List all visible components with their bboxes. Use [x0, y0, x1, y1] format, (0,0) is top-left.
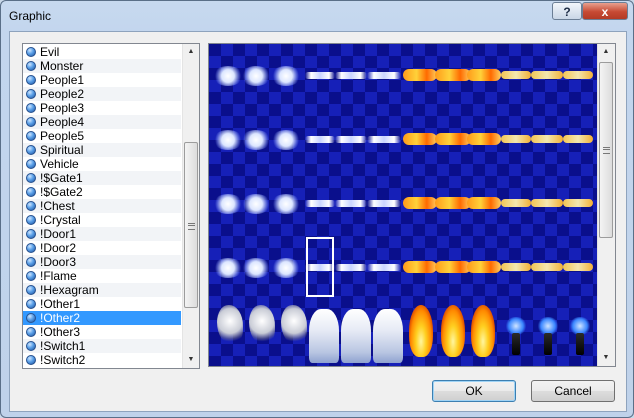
- list-item[interactable]: People2: [23, 87, 181, 101]
- blue-orb-icon: [26, 173, 36, 183]
- graphic-dialog: Graphic ? x Evil Monster People1 People2 Peo…: [0, 0, 634, 418]
- list-item-label: !Other2: [40, 311, 81, 325]
- sprite-row: [209, 254, 597, 282]
- arrow-down-icon[interactable]: ▼: [598, 350, 614, 366]
- list-item[interactable]: !Other1: [23, 297, 181, 311]
- list-item-label: People2: [40, 87, 85, 101]
- list-item-label: !Chest: [40, 199, 75, 213]
- blue-orb-icon: [26, 313, 36, 323]
- blue-orb-icon: [26, 285, 36, 295]
- sprite-row: [209, 62, 597, 90]
- list-item[interactable]: !Other3: [23, 325, 181, 339]
- list-item-label: Spiritual: [40, 143, 84, 157]
- list-item-label: Evil: [40, 45, 60, 59]
- ok-button[interactable]: OK: [432, 380, 516, 402]
- list-item-label: !Door3: [40, 255, 77, 269]
- list-item-label: !Door2: [40, 241, 77, 255]
- preview-scroll-thumb[interactable]: [599, 62, 613, 238]
- list-item[interactable]: !Door2: [23, 241, 181, 255]
- blue-orb-icon: [26, 243, 36, 253]
- list-item-label: People1: [40, 73, 85, 87]
- list-item[interactable]: !Switch1: [23, 339, 181, 353]
- dialog-body: Evil Monster People1 People2 People3 People4 P…: [9, 31, 627, 412]
- blue-orb-icon: [26, 271, 36, 281]
- list-item[interactable]: People1: [23, 73, 181, 87]
- list-item[interactable]: Spiritual: [23, 143, 181, 157]
- list-item[interactable]: Vehicle: [23, 157, 181, 171]
- list-item[interactable]: !Switch2: [23, 353, 181, 367]
- blue-orb-icon: [26, 117, 36, 127]
- list-item[interactable]: !$Gate2: [23, 185, 181, 199]
- sprite-row: [209, 299, 597, 366]
- blue-orb-icon: [26, 187, 36, 197]
- blue-orb-icon: [26, 229, 36, 239]
- preview-canvas[interactable]: [209, 44, 597, 366]
- preview-scrollbar[interactable]: ▲ ▼: [597, 44, 615, 366]
- blue-orb-icon: [26, 159, 36, 169]
- list-item[interactable]: !Other2: [23, 311, 181, 325]
- list-item-label: !Other3: [40, 325, 81, 339]
- list-item[interactable]: People5: [23, 129, 181, 143]
- list-item-label: !Hexagram: [40, 283, 99, 297]
- blue-orb-icon: [26, 201, 36, 211]
- blue-orb-icon: [26, 257, 36, 267]
- blue-orb-icon: [26, 103, 36, 113]
- blue-orb-icon: [26, 341, 36, 351]
- blue-orb-icon: [26, 299, 36, 309]
- list-item[interactable]: !Chest: [23, 199, 181, 213]
- list-item[interactable]: !$Gate1: [23, 171, 181, 185]
- list-item[interactable]: People4: [23, 115, 181, 129]
- graphic-file-list[interactable]: Evil Monster People1 People2 People3 People4 P…: [22, 43, 200, 369]
- close-button[interactable]: x: [582, 2, 628, 20]
- blue-orb-icon: [26, 75, 36, 85]
- close-icon: x: [601, 5, 609, 19]
- sprite-row: [209, 190, 597, 218]
- list-items: Evil Monster People1 People2 People3 People4 P…: [23, 45, 181, 367]
- list-item-label: People3: [40, 101, 85, 115]
- window-title: Graphic: [9, 9, 52, 23]
- help-button[interactable]: ?: [552, 2, 582, 20]
- list-item-label: !$Gate2: [40, 185, 83, 199]
- list-item[interactable]: !Flame: [23, 269, 181, 283]
- list-item-label: People4: [40, 115, 85, 129]
- blue-orb-icon: [26, 145, 36, 155]
- blue-orb-icon: [26, 61, 36, 71]
- title-bar[interactable]: Graphic ? x: [1, 1, 633, 31]
- list-item[interactable]: !Door1: [23, 227, 181, 241]
- blue-orb-icon: [26, 327, 36, 337]
- list-item[interactable]: Monster: [23, 59, 181, 73]
- list-scrollbar[interactable]: ▲ ▼: [182, 44, 199, 368]
- list-item-label: !Switch1: [40, 339, 86, 353]
- graphic-preview[interactable]: ▲ ▼: [208, 43, 616, 367]
- list-item-label: !Door1: [40, 227, 77, 241]
- list-item-label: Vehicle: [40, 157, 79, 171]
- list-item[interactable]: !Door3: [23, 255, 181, 269]
- cancel-button[interactable]: Cancel: [531, 380, 615, 402]
- selection-frame[interactable]: [306, 237, 334, 297]
- list-item[interactable]: !Crystal: [23, 213, 181, 227]
- blue-orb-icon: [26, 89, 36, 99]
- list-item[interactable]: Evil: [23, 45, 181, 59]
- blue-orb-icon: [26, 47, 36, 57]
- list-item[interactable]: !Hexagram: [23, 283, 181, 297]
- arrow-up-icon[interactable]: ▲: [183, 44, 199, 60]
- list-scroll-thumb[interactable]: [184, 142, 198, 308]
- blue-orb-icon: [26, 215, 36, 225]
- sprite-row: [209, 126, 597, 154]
- list-item[interactable]: People3: [23, 101, 181, 115]
- list-item-label: !Switch2: [40, 353, 86, 367]
- arrow-up-icon[interactable]: ▲: [598, 44, 614, 60]
- list-item-label: !$Gate1: [40, 171, 83, 185]
- blue-orb-icon: [26, 355, 36, 365]
- help-icon: ?: [563, 5, 571, 19]
- list-item-label: !Flame: [40, 269, 77, 283]
- list-item-label: People5: [40, 129, 85, 143]
- arrow-down-icon[interactable]: ▼: [183, 352, 199, 368]
- list-item-label: Monster: [40, 59, 84, 73]
- blue-orb-icon: [26, 131, 36, 141]
- list-item-label: !Crystal: [40, 213, 81, 227]
- list-item-label: !Other1: [40, 297, 81, 311]
